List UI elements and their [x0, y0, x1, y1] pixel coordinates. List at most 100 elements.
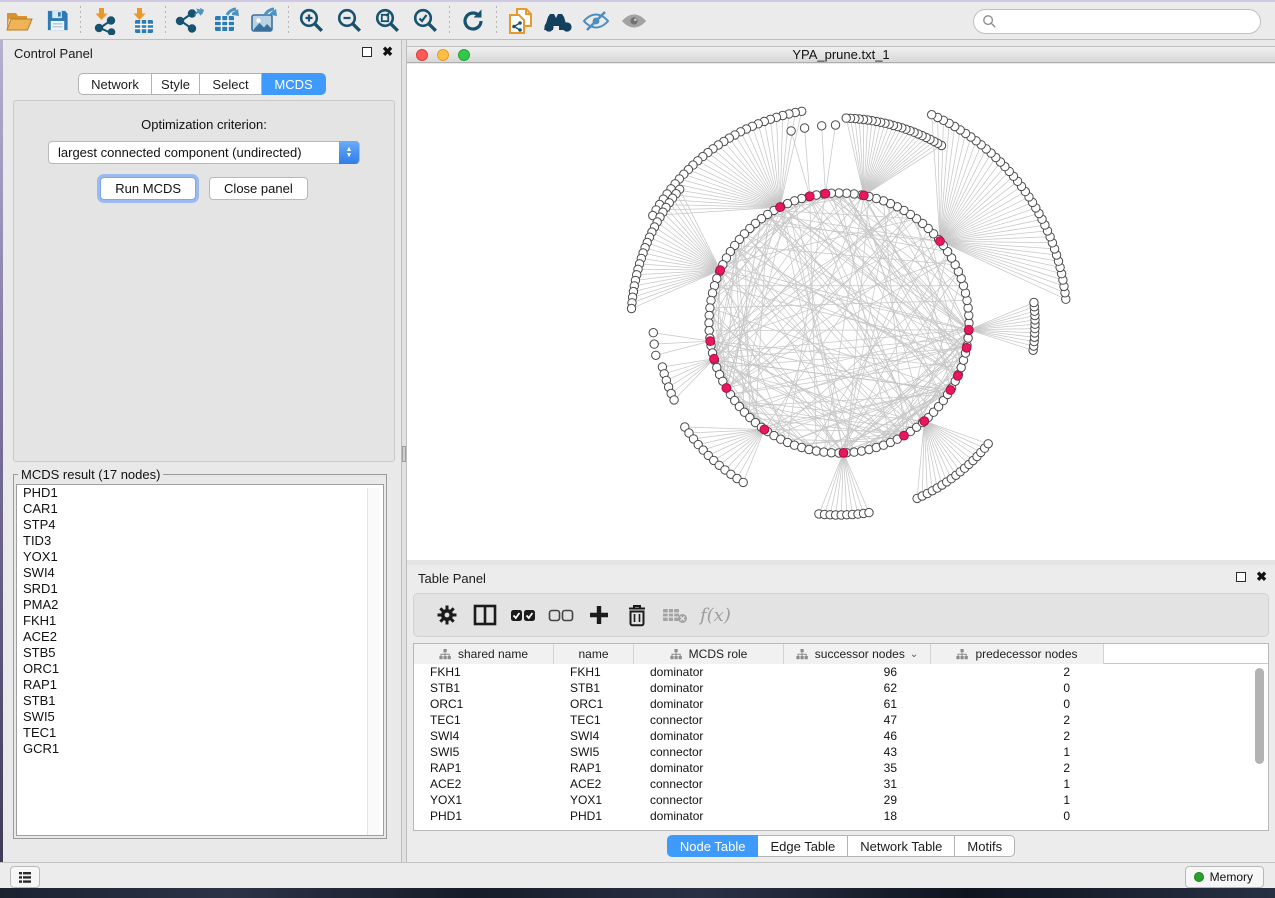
cell-predecessor-nodes: 2 — [931, 712, 1104, 728]
mcds-result-item[interactable]: RAP1 — [17, 677, 383, 693]
save-session-button[interactable] — [38, 4, 76, 38]
table-row[interactable]: YOX1YOX1connector291 — [414, 792, 1268, 808]
tab-node-table[interactable]: Node Table — [667, 835, 759, 857]
hide-selected-button[interactable] — [577, 4, 615, 38]
binoculars-icon — [542, 10, 574, 32]
table-scrollbar[interactable] — [1255, 668, 1264, 764]
show-all-button[interactable] — [615, 4, 653, 38]
close-table-panel-icon[interactable]: ✖ — [1256, 572, 1267, 582]
tab-select[interactable]: Select — [200, 73, 262, 95]
tab-mcds[interactable]: MCDS — [262, 73, 326, 95]
add-column-button[interactable] — [580, 596, 618, 634]
cell-successor-nodes: 18 — [784, 808, 931, 824]
tab-network-table[interactable]: Network Table — [848, 835, 955, 857]
mcds-result-group: MCDS result (17 nodes) PHD1CAR1STP4TID3Y… — [13, 467, 387, 839]
table-row[interactable]: RAP1RAP1dominator352 — [414, 760, 1268, 776]
mcds-result-item[interactable]: ACE2 — [17, 629, 383, 645]
zoom-fit-button[interactable] — [369, 4, 407, 38]
memory-button[interactable]: Memory — [1185, 866, 1264, 888]
cell-MCDS-role: dominator — [634, 728, 784, 744]
zoom-selected-button[interactable] — [407, 4, 445, 38]
cell-successor-nodes: 29 — [784, 792, 931, 808]
mcds-result-item[interactable]: STB1 — [17, 693, 383, 709]
splitter-handle[interactable] — [402, 446, 406, 462]
node-table[interactable]: shared namenameMCDS rolesuccessor nodes⌄… — [413, 643, 1269, 831]
list-scrollbar[interactable] — [367, 488, 380, 836]
mcds-result-list[interactable]: PHD1CAR1STP4TID3YOX1SWI4SRD1PMA2FKH1ACE2… — [16, 484, 384, 836]
export-network-button[interactable] — [170, 4, 208, 38]
mcds-result-item[interactable]: FKH1 — [17, 613, 383, 629]
find-button[interactable] — [539, 4, 577, 38]
table-row[interactable]: ACE2ACE2connector311 — [414, 776, 1268, 792]
mcds-result-item[interactable]: TID3 — [17, 533, 383, 549]
show-panel-list-button[interactable] — [10, 866, 40, 888]
float-panel-icon[interactable] — [362, 47, 372, 57]
table-row[interactable]: ORC1ORC1dominator610 — [414, 696, 1268, 712]
table-row[interactable]: FKH1FKH1dominator962 — [414, 664, 1268, 680]
cell-name: RAP1 — [554, 760, 634, 776]
tab-edge-table[interactable]: Edge Table — [758, 835, 848, 857]
cell-predecessor-nodes: 1 — [931, 744, 1104, 760]
column-header-shared-name[interactable]: shared name — [414, 644, 554, 664]
import-table-button[interactable] — [123, 4, 161, 38]
new-network-from-selection-button[interactable] — [501, 4, 539, 38]
run-mcds-button[interactable]: Run MCDS — [100, 177, 196, 200]
search-field[interactable] — [973, 9, 1261, 34]
table-row[interactable]: STB1STB1dominator620 — [414, 680, 1268, 696]
function-builder-button[interactable]: f(x) — [700, 605, 731, 626]
network-graph[interactable] — [407, 64, 1275, 560]
column-header-name[interactable]: name — [554, 644, 634, 664]
network-view-panel: YPA_prune.txt_1 — [407, 40, 1275, 560]
cell-successor-nodes: 43 — [784, 744, 931, 760]
cell-shared-name: SWI5 — [414, 744, 554, 760]
close-panel-button[interactable]: Close panel — [209, 177, 308, 200]
mcds-result-item[interactable]: PHD1 — [17, 485, 383, 501]
mcds-result-item[interactable]: ORC1 — [17, 661, 383, 677]
mcds-result-item[interactable]: YOX1 — [17, 549, 383, 565]
mcds-result-item[interactable]: STB5 — [17, 645, 383, 661]
tab-motifs[interactable]: Motifs — [955, 835, 1015, 857]
network-window-titlebar[interactable]: YPA_prune.txt_1 — [407, 46, 1275, 63]
table-row[interactable]: SWI4SWI4dominator462 — [414, 728, 1268, 744]
mcds-result-item[interactable]: GCR1 — [17, 741, 383, 757]
column-header-MCDS-role[interactable]: MCDS role — [634, 644, 784, 664]
open-folder-icon — [4, 9, 34, 33]
select-all-rows-button[interactable] — [504, 596, 542, 634]
zoom-in-button[interactable] — [293, 4, 331, 38]
import-network-button[interactable] — [85, 4, 123, 38]
optimization-criterion-value: largest connected component (undirected) — [58, 145, 302, 160]
delete-column-button[interactable] — [618, 596, 656, 634]
table-row[interactable]: TEC1TEC1connector472 — [414, 712, 1268, 728]
mcds-result-item[interactable]: CAR1 — [17, 501, 383, 517]
mcds-result-item[interactable]: SWI5 — [17, 709, 383, 725]
mcds-result-item[interactable]: STP4 — [17, 517, 383, 533]
mcds-result-item[interactable]: PMA2 — [17, 597, 383, 613]
control-panel-title: Control Panel — [14, 46, 93, 61]
refresh-button[interactable] — [454, 4, 492, 38]
zoom-out-button[interactable] — [331, 4, 369, 38]
deselect-all-rows-button[interactable] — [542, 596, 580, 634]
column-header-successor-nodes[interactable]: successor nodes⌄ — [784, 644, 931, 664]
optimization-criterion-select[interactable]: largest connected component (undirected)… — [48, 141, 360, 164]
open-file-button[interactable] — [0, 4, 38, 38]
mcds-result-item[interactable]: TEC1 — [17, 725, 383, 741]
tab-network[interactable]: Network — [78, 73, 152, 95]
control-panel: Control Panel ✖ NetworkStyleSelectMCDS O… — [3, 40, 401, 862]
tab-style[interactable]: Style — [152, 73, 200, 95]
table-row[interactable]: PHD1PHD1dominator180 — [414, 808, 1268, 824]
column-header-predecessor-nodes[interactable]: predecessor nodes — [931, 644, 1104, 664]
network-canvas[interactable] — [407, 64, 1275, 560]
delete-table-button — [656, 596, 694, 634]
table-settings-button[interactable] — [428, 596, 466, 634]
search-input[interactable] — [1001, 14, 1241, 29]
export-table-button[interactable] — [208, 4, 246, 38]
mcds-result-item[interactable]: SRD1 — [17, 581, 383, 597]
toolbar-separator — [80, 6, 81, 36]
show-columns-button[interactable] — [466, 596, 504, 634]
close-panel-icon[interactable]: ✖ — [382, 47, 393, 57]
mcds-result-item[interactable]: SWI4 — [17, 565, 383, 581]
export-image-button[interactable] — [246, 4, 284, 38]
float-table-panel-icon[interactable] — [1236, 572, 1246, 582]
cell-MCDS-role: dominator — [634, 664, 784, 680]
table-row[interactable]: SWI5SWI5connector431 — [414, 744, 1268, 760]
